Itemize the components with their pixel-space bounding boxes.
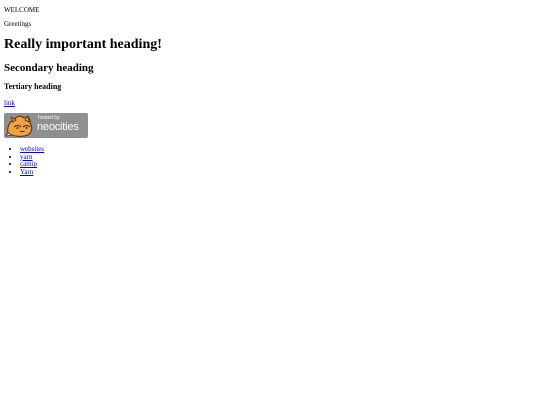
badge-neocities-text: neocities (37, 121, 79, 133)
list-link-yarn-capitalized[interactable]: Yarn (20, 168, 33, 176)
tertiary-heading: Tertiary heading (4, 82, 62, 91)
neocities-cat-icon (6, 115, 33, 137)
welcome-text: WELCOME (4, 6, 40, 14)
neocities-badge[interactable]: hosted by neocities (4, 113, 88, 138)
list-item: Yarn (20, 168, 44, 177)
page: WELCOME Greetings Really important headi… (0, 0, 540, 405)
text-link[interactable]: link (4, 99, 15, 107)
page-title: Really important heading! (4, 37, 162, 52)
greetings-text: Greetings (4, 20, 32, 28)
secondary-heading: Secondary heading (4, 62, 94, 74)
link-list: websites yarn catnip Yarn (4, 145, 44, 177)
